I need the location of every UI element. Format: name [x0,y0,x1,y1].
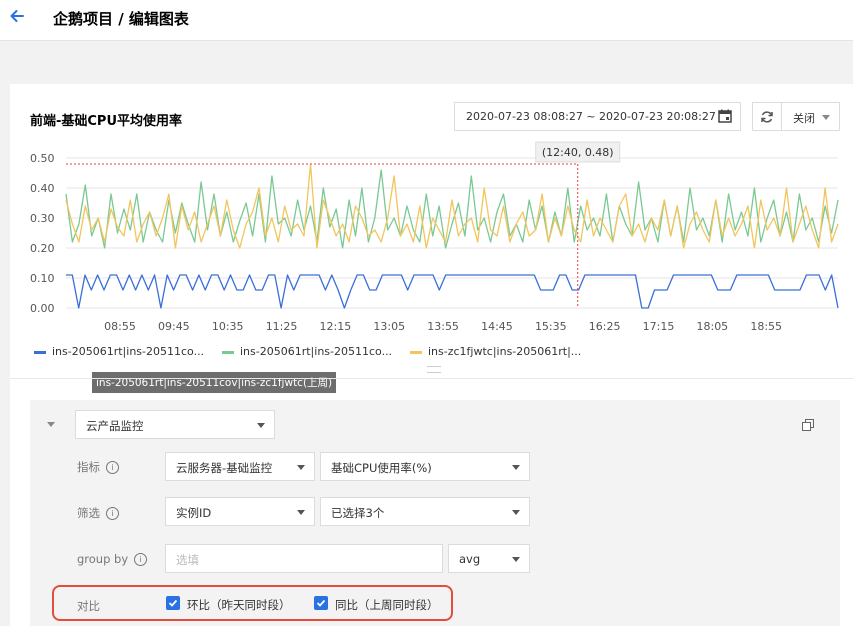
chevron-down-icon [257,423,265,428]
legend-item-2[interactable]: ins-205061rt|ins-20511co... [222,345,392,358]
date-range-picker[interactable]: 2020-07-23 08:08:27 ~ 2020-07-23 20:08:2… [454,102,741,131]
compare-day-label[interactable]: 环比（昨天同时段） [187,597,291,613]
legend-swatch-blue [34,350,46,354]
x-tick-label: 11:25 [266,320,298,333]
x-tick-label: 12:15 [320,320,352,333]
checkmark-icon [316,599,326,607]
x-tick-label: 10:35 [212,320,244,333]
filter-value-select[interactable]: 已选择3个 [320,497,530,526]
series-line-1 [66,274,839,309]
x-tick-label: 15:35 [535,320,567,333]
resize-handle[interactable] [427,366,441,373]
metric-value: 基础CPU使用率(%) [331,461,432,475]
x-tick-label: 17:15 [643,320,675,333]
chevron-down-icon [297,465,305,470]
series-line-3 [65,163,839,249]
legend-swatch-green [222,350,234,354]
chevron-down-icon [512,557,520,562]
chevron-down-icon [512,510,520,515]
data-source-select[interactable]: 云产品监控 [75,410,275,439]
metric-select[interactable]: 基础CPU使用率(%) [320,452,530,481]
x-tick-label: 08:55 [104,320,136,333]
y-tick-label: 0.10 [30,272,55,285]
aggregation-select[interactable]: avg [448,544,530,573]
legend-label: ins-205061rt|ins-20511co... [240,345,393,358]
chevron-down-icon [297,510,305,515]
data-source-value: 云产品监控 [86,419,144,433]
x-tick-label: 13:55 [427,320,459,333]
info-icon[interactable]: i [134,553,148,566]
compare-week-label[interactable]: 同比（上周同时段） [335,597,439,613]
filter-key-select[interactable]: 实例ID [165,497,315,526]
legend-label: ins-205061rt|ins-20511co... [52,345,205,358]
back-arrow-icon[interactable] [8,7,26,25]
calendar-icon [718,109,732,123]
metric-category-value: 云服务器-基础监控 [176,461,273,475]
x-tick-label: 09:45 [158,320,190,333]
x-tick-label: 16:25 [589,320,621,333]
auto-refresh-label: 关闭 [793,112,815,125]
groupby-input[interactable]: 选填 [165,544,443,573]
metric-label: 指标 i [77,459,119,475]
copy-icon[interactable] [802,419,814,431]
metric-category-select[interactable]: 云服务器-基础监控 [165,452,315,481]
crosshair-label: (12:40, 0.48) [542,146,614,159]
info-icon[interactable]: i [106,461,119,474]
groupby-label: group by i [77,552,148,566]
x-tick-label: 14:45 [481,320,513,333]
auto-refresh-dropdown[interactable]: 关闭 [781,102,840,131]
x-tick-label: 18:55 [750,320,782,333]
groupby-placeholder: 选填 [176,553,199,567]
y-tick-label: 0.20 [30,242,55,255]
compare-week-checkbox[interactable] [314,596,328,610]
y-tick-label: 0.40 [30,182,55,195]
page-title: 企鹅项目 / 编辑图表 [53,10,189,28]
x-tick-label: 13:05 [373,320,405,333]
legend-swatch-yellow [410,350,422,354]
checkmark-icon [168,599,178,607]
legend-item-1[interactable]: ins-205061rt|ins-20511co... [34,345,204,358]
y-tick-label: 0.00 [30,302,55,315]
aggregation-value: avg [459,552,481,566]
x-tick-label: 18:05 [696,320,728,333]
filter-value: 已选择3个 [331,506,385,520]
y-tick-label: 0.30 [30,212,55,225]
chevron-down-icon [822,115,830,120]
top-header: 企鹅项目 / 编辑图表 [0,0,853,41]
compare-label: 对比 [77,599,100,613]
compare-day-checkbox[interactable] [166,596,180,610]
legend-tooltip: ins-205061rt|ins-20511cov|ins-zc1fjwtc(上… [92,372,337,393]
date-range-text: 2020-07-23 08:08:27 ~ 2020-07-23 20:08:2… [466,110,716,123]
collapse-caret-icon[interactable] [47,422,55,427]
y-tick-label: 0.50 [30,152,55,165]
info-icon[interactable]: i [106,507,119,520]
chevron-down-icon [512,465,520,470]
legend-label: ins-zc1fjwtc|ins-205061rt|... [428,345,582,358]
chart-title: 前端-基础CPU平均使用率 [30,114,183,129]
filter-key-value: 实例ID [176,506,212,520]
cpu-line-chart: 0.50 0.40 0.30 0.20 0.10 0.00 08:55 09:45 10:35 1… [30,141,839,333]
divider [10,378,853,379]
filter-label: 筛选 i [77,505,119,521]
legend-item-3[interactable]: ins-zc1fjwtc|ins-205061rt|... [410,345,581,358]
refresh-button[interactable] [752,102,782,131]
refresh-icon [761,111,773,123]
